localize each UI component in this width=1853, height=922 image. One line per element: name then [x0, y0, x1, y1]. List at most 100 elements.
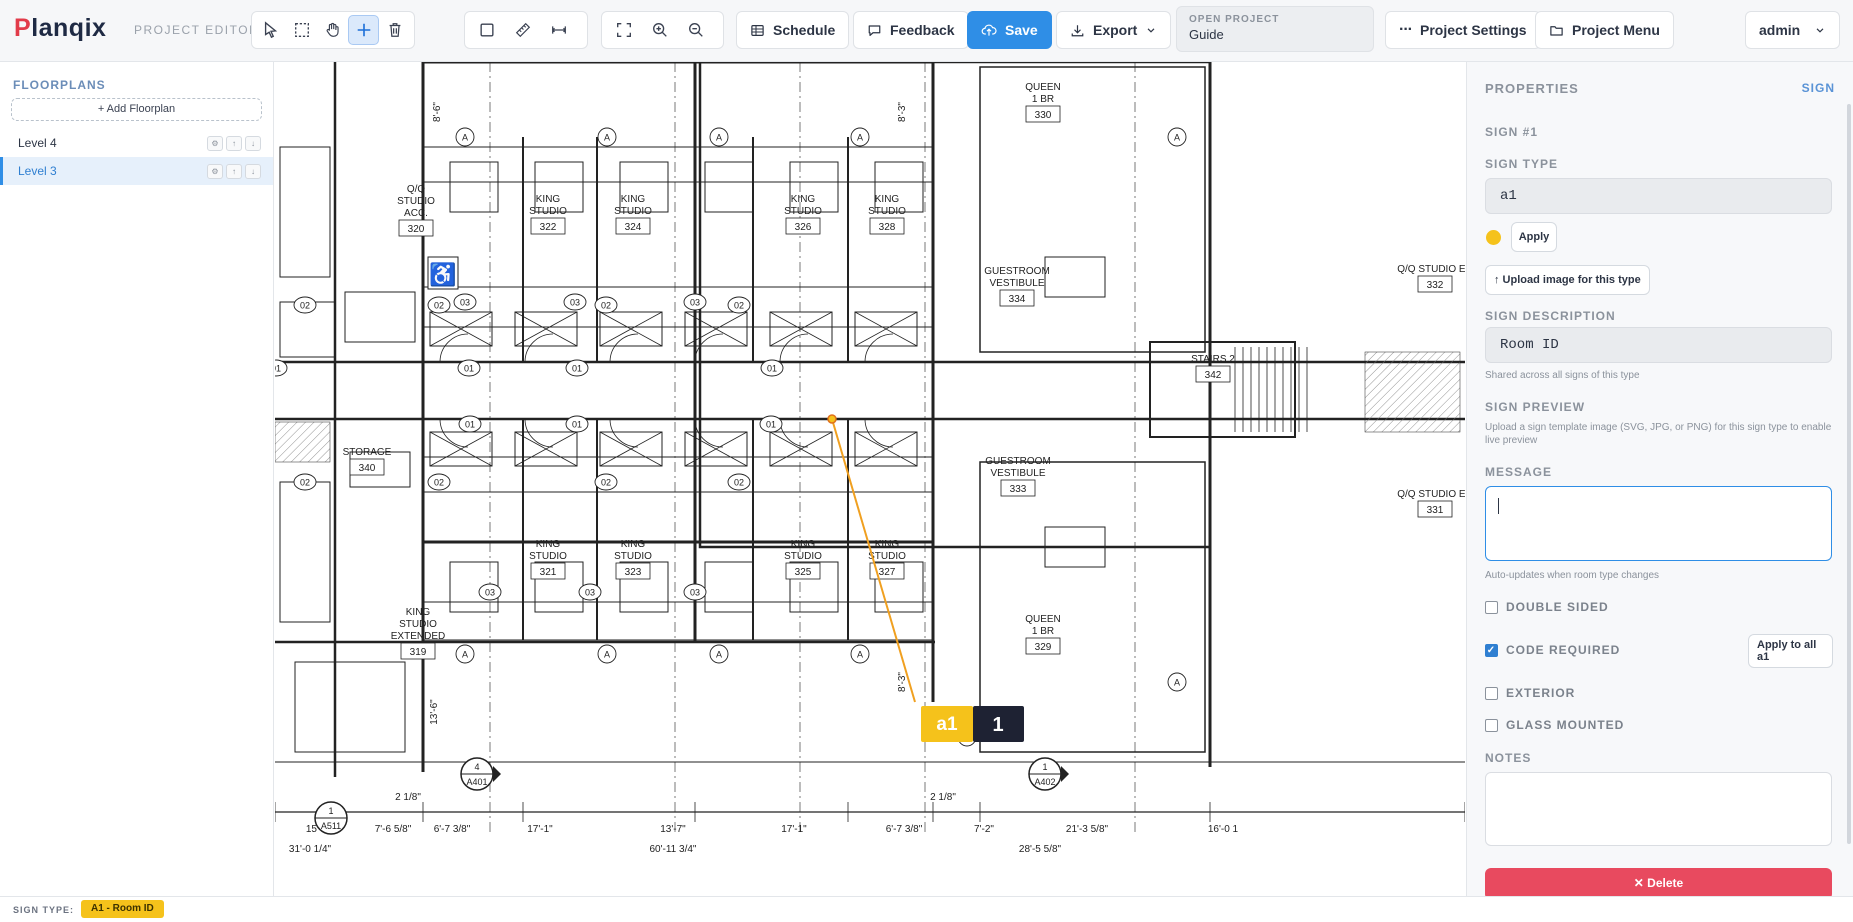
grid-bubble-label: A	[1174, 133, 1180, 143]
settings-icon[interactable]: ⚙	[207, 136, 223, 151]
folder-icon	[1550, 25, 1563, 36]
app-logo[interactable]: Planqix	[14, 14, 106, 43]
open-project-selector[interactable]: OPEN PROJECT Guide	[1176, 6, 1374, 52]
dimension-tool-button[interactable]	[541, 15, 577, 45]
add-floorplan-button[interactable]: + Add Floorplan	[11, 98, 262, 121]
sign-type-field[interactable]: a1	[1485, 178, 1832, 214]
section-arrow	[1061, 766, 1069, 782]
dimension-label: 2 1/8"	[395, 792, 421, 803]
project-menu-button[interactable]: Project Menu	[1535, 11, 1674, 49]
user-menu-button[interactable]: admin	[1745, 11, 1840, 49]
floorplan-item-level-4[interactable]: Level 4 ⚙ ↑ ↓	[0, 129, 273, 157]
apply-to-all-button[interactable]: Apply to all a1	[1748, 634, 1833, 668]
door-tag-label: 03	[570, 298, 580, 308]
room-name-label: VESTIBULE	[990, 468, 1045, 479]
glass-mounted-checkbox[interactable]	[1485, 718, 1498, 732]
room-name-label: STUDIO	[614, 206, 652, 217]
delete-tool-button[interactable]	[379, 15, 410, 45]
glass-mounted-label: GLASS MOUNTED	[1506, 718, 1625, 732]
floorplan-canvas[interactable]: KING STUDIO 322 KING STUDIO 324 KING STUDIO 326 K…	[275, 62, 1465, 896]
rectangle-tool-button[interactable]	[469, 15, 505, 45]
door-swing	[864, 418, 894, 448]
tab-sign[interactable]: SIGN	[1802, 81, 1835, 95]
double-sided-option[interactable]: DOUBLE SIDED	[1485, 600, 1609, 614]
save-label: Save	[1005, 22, 1038, 38]
door-swing	[524, 418, 554, 448]
door-swing	[609, 418, 639, 448]
room-name-label: Q/Q STUDIO EN	[1397, 264, 1465, 275]
exterior-label: EXTERIOR	[1506, 686, 1576, 700]
room-name-label: STUDIO	[784, 206, 822, 217]
apply-color-button[interactable]: Apply	[1511, 222, 1557, 252]
fit-view-button[interactable]	[606, 15, 642, 45]
exterior-option[interactable]: EXTERIOR	[1485, 686, 1575, 700]
sign-type-chip[interactable]: A1 - Room ID	[81, 900, 164, 918]
room-name-label: GUESTROOM	[984, 266, 1050, 277]
measure-tool-button[interactable]	[505, 15, 541, 45]
settings-icon[interactable]: ⚙	[207, 164, 223, 179]
section-number: 1	[328, 806, 333, 816]
type-color-swatch[interactable]	[1486, 230, 1501, 245]
bed	[449, 161, 499, 213]
door-tag-label: 03	[585, 588, 595, 598]
sign-preview-hint: Upload a sign template image (SVG, JPG, …	[1485, 422, 1832, 446]
zoom-out-button[interactable]	[678, 15, 714, 45]
editor-subtitle: PROJECT EDITOR	[134, 23, 260, 37]
pan-tool-button[interactable]	[317, 15, 348, 45]
floorplan-drawing[interactable]: KINGSTUDIO322KINGSTUDIO324KINGSTUDIO326K…	[275, 62, 1465, 896]
sign-description-field[interactable]: Room ID	[1485, 327, 1832, 363]
section-sheet: A401	[466, 777, 487, 787]
feedback-button[interactable]: Feedback	[853, 11, 969, 49]
floorplan-item-level-3[interactable]: Level 3 ⚙ ↑ ↓	[0, 157, 273, 185]
room-name-label: STAIRS 2	[1191, 354, 1235, 365]
move-up-icon[interactable]: ↑	[226, 164, 242, 179]
marquee-icon	[295, 23, 310, 37]
marquee-tool-button[interactable]	[287, 15, 318, 45]
room-name-label: KING	[791, 194, 816, 205]
properties-title: PROPERTIES	[1485, 81, 1579, 96]
project-settings-label: Project Settings	[1419, 22, 1527, 38]
exterior-checkbox[interactable]	[1485, 686, 1498, 700]
room-name-label: KING	[875, 194, 900, 205]
glass-mounted-option[interactable]: GLASS MOUNTED	[1485, 718, 1624, 732]
room-name-label: STORAGE	[343, 447, 392, 458]
export-button[interactable]: Export	[1056, 11, 1172, 49]
notes-textarea[interactable]	[1485, 772, 1832, 846]
room-name-label: VESTIBULE	[989, 278, 1044, 289]
move-down-icon[interactable]: ↓	[245, 136, 261, 151]
move-up-icon[interactable]: ↑	[226, 136, 242, 151]
door-tag-label: 03	[485, 588, 495, 598]
room-number-label: 326	[795, 222, 812, 233]
grid-bubble-label: A	[1174, 678, 1180, 688]
zoom-in-button[interactable]	[642, 15, 678, 45]
project-settings-button[interactable]: ··· Project Settings	[1385, 11, 1541, 49]
room-name-label: QUEEN	[1025, 614, 1061, 625]
code-required-option[interactable]: ✓ CODE REQUIRED	[1485, 643, 1620, 657]
dimension-label: 8'-6"	[432, 102, 443, 122]
section-arrow	[493, 766, 501, 782]
notes-label: NOTES	[1485, 751, 1532, 765]
hatched-area	[275, 421, 331, 463]
code-required-checkbox[interactable]: ✓	[1485, 643, 1498, 657]
sign-marker[interactable]: a1 1	[921, 706, 1024, 742]
room-number-label: 320	[408, 224, 425, 235]
dimension-label: 21'-3 5/8"	[1066, 824, 1109, 835]
double-sided-checkbox[interactable]	[1485, 600, 1498, 614]
room-name-label: EXTENDED	[391, 631, 445, 642]
door-tag-label: 02	[300, 478, 310, 488]
drawing-tools	[464, 11, 588, 49]
move-down-icon[interactable]: ↓	[245, 164, 261, 179]
door-tag-label: 02	[434, 301, 444, 311]
door-tag-label: 02	[601, 478, 611, 488]
schedule-button[interactable]: Schedule	[736, 11, 850, 49]
properties-scrollbar[interactable]	[1847, 104, 1851, 844]
upload-image-button[interactable]: ↑ Upload image for this type	[1485, 265, 1650, 295]
message-textarea[interactable]	[1485, 486, 1832, 561]
door-tag-label: 02	[734, 478, 744, 488]
dimension-label: 60'-11 3/4"	[650, 844, 697, 855]
room-name-label: STUDIO	[399, 619, 437, 630]
dimension-label: 6'-7 3/8"	[886, 824, 923, 835]
add-sign-tool-button[interactable]	[348, 15, 380, 45]
pointer-tool-button[interactable]	[256, 15, 287, 45]
save-button[interactable]: Save	[967, 11, 1052, 49]
